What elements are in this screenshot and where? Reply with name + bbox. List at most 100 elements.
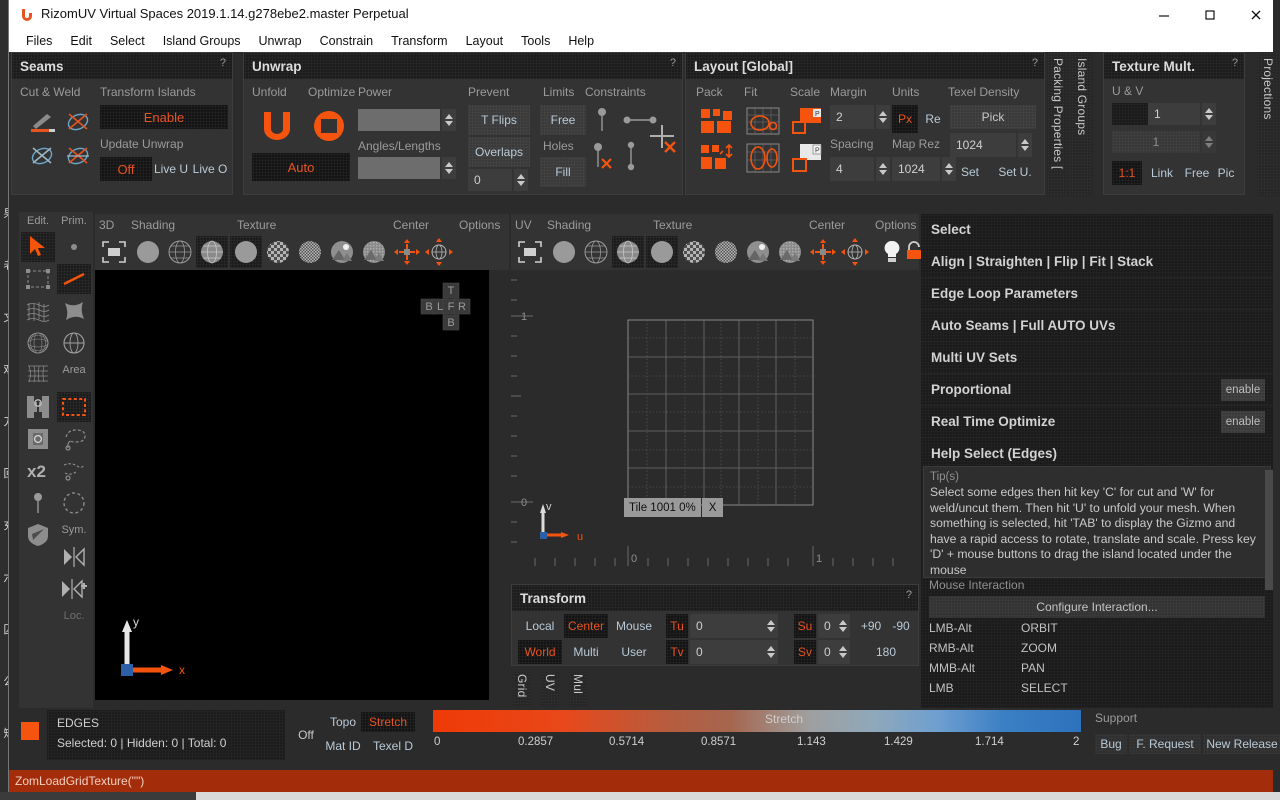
limits-fill-button[interactable]: Fill <box>540 157 586 187</box>
transform-local-button[interactable]: Local <box>518 614 562 638</box>
transform-multi-button[interactable]: Multi <box>564 640 608 664</box>
transform-world-button[interactable]: World <box>518 640 562 664</box>
status-matid-button[interactable]: Mat ID <box>319 736 367 756</box>
select-row-align[interactable]: Align | Straighten | Flip | Fit | Stack <box>921 246 1273 278</box>
uv-texture-fine-checker-icon[interactable] <box>710 236 742 268</box>
transform-center-button[interactable]: Center <box>564 614 608 638</box>
texture-fine-checker-icon[interactable] <box>294 236 326 268</box>
uv-shading-wire-icon[interactable] <box>580 236 612 268</box>
center-to-selection-icon[interactable] <box>391 236 423 268</box>
menu-unwrap[interactable]: Unwrap <box>250 32 311 50</box>
tool-plane-grid[interactable] <box>21 360 55 390</box>
seams-help-icon[interactable]: ? <box>220 57 226 69</box>
select-row-multi-uv-sets[interactable]: Multi UV Sets <box>921 342 1273 374</box>
texture-mult-link-button[interactable]: Link <box>1144 161 1180 185</box>
texture-checker-icon[interactable] <box>262 236 294 268</box>
viewport-3d-frame-icon[interactable] <box>98 236 130 268</box>
texel-set-button[interactable]: Set <box>950 161 990 183</box>
texture-mult-u-slider[interactable] <box>1112 103 1148 125</box>
tool-circle-select[interactable] <box>57 488 91 518</box>
transform-su-spinner[interactable] <box>836 614 850 638</box>
tool-vertex[interactable] <box>57 232 91 262</box>
unwrap-help-icon[interactable]: ? <box>670 57 676 69</box>
viewport-uv-frame-icon[interactable] <box>514 236 546 268</box>
uv-texture-image-alt-icon[interactable] <box>774 236 806 268</box>
transform-su-label[interactable]: Su <box>794 614 816 638</box>
tab-mul[interactable]: Mul <box>569 672 587 706</box>
margin-value[interactable]: 2 <box>830 105 874 129</box>
uv-tile-badge[interactable]: Tile 1001 0% <box>624 498 701 517</box>
tool-select-arrow[interactable] <box>21 232 55 262</box>
scale-alt-icon[interactable]: P <box>788 141 830 175</box>
cut-seam-icon[interactable] <box>26 107 58 137</box>
tool-pin[interactable] <box>21 488 55 518</box>
menu-help[interactable]: Help <box>559 32 603 50</box>
constraint-clear-all-icon[interactable] <box>646 121 680 157</box>
scale-icon[interactable]: P <box>788 105 830 137</box>
select-panel-scrollbar[interactable] <box>1265 470 1273 590</box>
menu-files[interactable]: Files <box>17 32 61 50</box>
tool-globe-grid[interactable] <box>21 328 55 358</box>
tool-sym-mirror-move[interactable] <box>57 574 91 604</box>
uv-texture-none-icon[interactable] <box>646 236 678 268</box>
transform-mouse-button[interactable]: Mouse <box>610 614 658 638</box>
tab-grid[interactable]: Grid <box>513 672 531 706</box>
transform-tu-spinner[interactable] <box>764 614 778 638</box>
update-unwrap-liveo-button[interactable]: Live O <box>190 157 230 181</box>
menu-select[interactable]: Select <box>101 32 154 50</box>
uncut-seam-icon[interactable] <box>26 141 58 171</box>
fit-icon[interactable] <box>742 105 784 137</box>
transform-rotate-minus90-button[interactable]: -90 <box>886 614 916 638</box>
tool-box-select[interactable] <box>21 264 55 294</box>
uv-texture-checker-icon[interactable] <box>678 236 710 268</box>
units-re-button[interactable]: Re <box>920 105 946 133</box>
constraint-pin-remove-icon[interactable] <box>588 139 616 173</box>
tool-mesh-wave[interactable] <box>21 296 55 326</box>
maximize-button[interactable] <box>1187 0 1233 30</box>
tool-paint-select[interactable] <box>57 456 91 486</box>
transform-rotate-plus90-button[interactable]: +90 <box>856 614 886 638</box>
transform-tv-spinner[interactable] <box>764 640 778 664</box>
power-spinner[interactable] <box>442 109 456 131</box>
status-stretch-button[interactable]: Stretch <box>361 712 415 732</box>
uv-shading-flat-icon[interactable] <box>548 236 580 268</box>
status-topo-button[interactable]: Topo <box>325 712 361 732</box>
shading-wire-shaded-icon[interactable] <box>196 236 228 268</box>
center-to-object-icon[interactable] <box>423 236 455 268</box>
texture-image-alt-icon[interactable] <box>358 236 390 268</box>
menu-island-groups[interactable]: Island Groups <box>154 32 250 50</box>
uv-center-to-selection-icon[interactable] <box>807 236 839 268</box>
texel-set-u-button[interactable]: Set U. <box>992 161 1038 183</box>
select-row-select[interactable]: Select <box>921 214 1273 246</box>
transform-sv-spinner[interactable] <box>836 640 850 664</box>
select-row-auto-seams[interactable]: Auto Seams | Full AUTO UVs <box>921 310 1273 342</box>
texture-mult-1to1-button[interactable]: 1:1 <box>1112 161 1142 185</box>
support-feature-request-button[interactable]: F. Request <box>1129 734 1201 754</box>
texture-mult-help-icon[interactable]: ? <box>1232 57 1238 69</box>
prevent-overlaps-value[interactable]: 0 <box>468 169 512 191</box>
tab-island-groups[interactable]: Island Groups <box>1071 52 1093 196</box>
select-row-edge-loop[interactable]: Edge Loop Parameters <box>921 278 1273 310</box>
select-row-real-time-optimize[interactable]: Real Time Optimize enable <box>921 406 1273 438</box>
viewport-uv-canvas[interactable]: 1 0 0 1 v u Tile 1001 0% X <box>511 270 919 580</box>
tab-uv[interactable]: UV <box>541 672 559 706</box>
spacing-spinner[interactable] <box>876 157 890 181</box>
status-color-swatch[interactable] <box>21 722 39 740</box>
prevent-tflips-button[interactable]: T Flips <box>468 105 530 135</box>
tool-flatten-left[interactable] <box>21 392 55 422</box>
configure-interaction-button[interactable]: Configure Interaction... <box>929 596 1265 618</box>
tool-polygon[interactable] <box>57 296 91 326</box>
tab-packing-properties[interactable]: Packing Properties [ <box>1047 52 1069 196</box>
tool-flatten-center[interactable] <box>21 424 55 454</box>
menu-constrain[interactable]: Constrain <box>311 32 383 50</box>
minimize-button[interactable] <box>1141 0 1187 30</box>
transform-tv-value[interactable]: 0 <box>690 640 774 664</box>
close-button[interactable] <box>1233 0 1279 30</box>
limits-free-button[interactable]: Free <box>540 105 586 135</box>
view-cube-icon[interactable]: TB L F RB <box>420 282 484 332</box>
update-unwrap-off-button[interactable]: Off <box>100 157 152 181</box>
status-texeld-button[interactable]: Texel D <box>367 736 419 756</box>
tool-x2[interactable]: x2 <box>21 456 55 486</box>
menu-tools[interactable]: Tools <box>512 32 559 50</box>
texture-mult-v-value[interactable]: 1 <box>1112 131 1200 153</box>
